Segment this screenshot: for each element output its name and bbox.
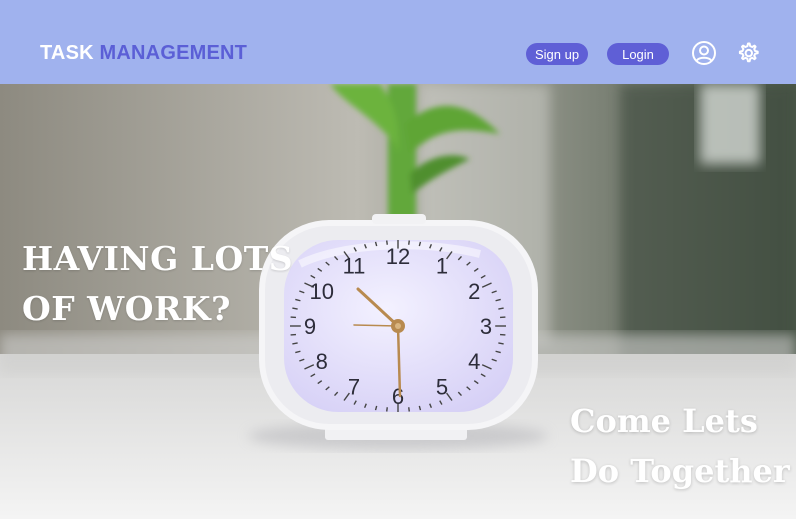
hero-headline: HAVING LOTS OF WORK? <box>22 234 293 334</box>
user-circle-icon[interactable] <box>691 40 717 66</box>
clock-tick <box>498 342 504 345</box>
hero-tagline: Come Lets Do Together <box>570 396 790 496</box>
brand-word-task: TASK <box>40 42 94 64</box>
clock-numeral: 4 <box>468 349 480 374</box>
clock-tick <box>386 407 388 412</box>
clock-numeral: 11 <box>343 253 366 278</box>
clock-numeral: 8 <box>316 349 328 374</box>
brand-logo[interactable]: TASK MANAGEMENT <box>40 42 247 65</box>
clock-numeral: 7 <box>348 375 360 400</box>
headline-line-2: OF WORK? <box>22 289 231 328</box>
clock-tick <box>292 342 298 345</box>
clock-numeral: 1 <box>436 253 448 278</box>
gear-icon[interactable] <box>736 41 760 65</box>
signup-button[interactable]: Sign up <box>526 43 588 65</box>
brand-word-management: MANAGEMENT <box>99 42 248 64</box>
login-button[interactable]: Login <box>607 43 669 65</box>
clock-tick <box>408 407 410 412</box>
clock-numeral: 3 <box>480 314 492 339</box>
tagline-line-2: Do Together <box>570 452 790 490</box>
clock-numeral: 10 <box>310 279 334 304</box>
clock-numeral: 9 <box>304 314 316 339</box>
clock-tick <box>292 307 298 310</box>
clock-numeral: 2 <box>468 279 480 304</box>
top-navbar: TASK MANAGEMENT Sign up Login <box>0 0 796 84</box>
headline-line-1: HAVING LOTS <box>22 239 294 278</box>
clock-numeral: 6 <box>392 384 404 409</box>
clock-numeral: 5 <box>436 375 448 400</box>
clock-numeral: 12 <box>386 244 410 269</box>
clock-tick <box>498 307 504 310</box>
tagline-line-1: Come Lets <box>570 402 758 440</box>
